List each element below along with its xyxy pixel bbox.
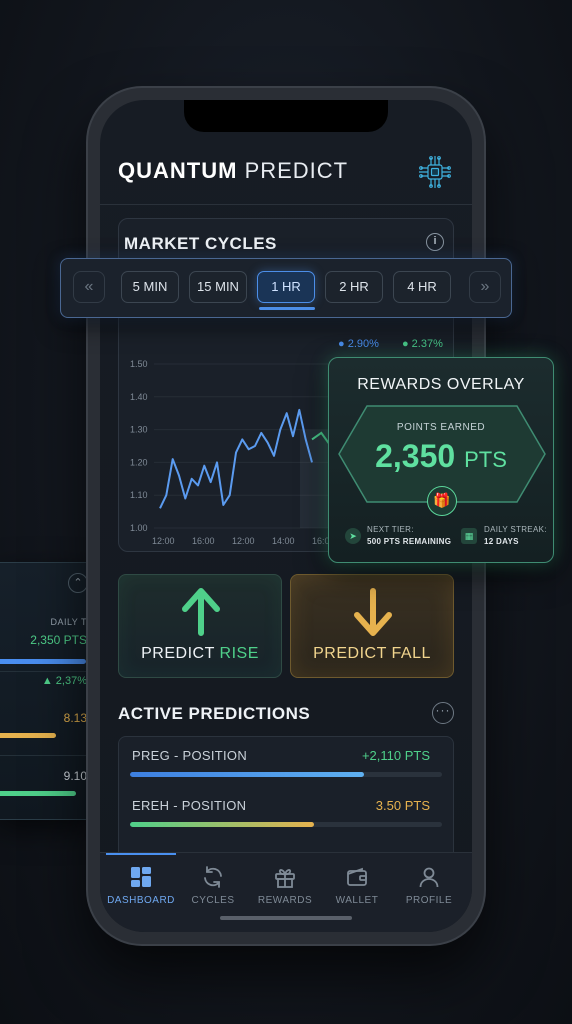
arrow-down-icon <box>354 588 392 636</box>
points-unit: PTS <box>464 447 507 472</box>
predict-fall-label: PREDICT FALL <box>313 645 431 662</box>
navigation-arrow-icon: ➤ <box>345 528 361 544</box>
side-progress-bar <box>0 733 56 738</box>
timeframe-4hr[interactable]: 4 HR <box>393 271 451 303</box>
series-line-blue <box>159 408 313 509</box>
position-progress-track <box>130 822 442 827</box>
x-tick-label: 14:00 <box>272 536 295 546</box>
profile-icon <box>419 867 439 888</box>
timeframe-5min[interactable]: 5 MIN <box>121 271 179 303</box>
tab-cycles[interactable]: CYCLES <box>177 865 249 906</box>
tab-label: DASHBOARD <box>107 895 175 906</box>
x-tick-label: 16:00 <box>192 536 215 546</box>
position-progress-fill <box>130 822 315 827</box>
home-indicator <box>220 916 352 920</box>
x-tick-label: 12:00 <box>152 536 175 546</box>
more-options-icon[interactable]: ··· <box>432 702 454 724</box>
timeframe-2hr[interactable]: 2 HR <box>325 271 383 303</box>
y-tick-label: 1.40 <box>130 392 148 402</box>
side-value-1: 8.13 <box>63 711 87 725</box>
timeframe-1hr[interactable]: 1 HR <box>257 271 315 303</box>
tab-label: WALLET <box>335 895 379 906</box>
position-progress-track <box>130 772 442 777</box>
position-name: EREH - POSITION <box>132 798 247 813</box>
active-predictions-title: ACTIVE PREDICTIONS <box>118 704 311 723</box>
next-tier-label: NEXT TIER: <box>367 525 414 534</box>
tab-dashboard[interactable]: DASHBOARD <box>105 865 177 906</box>
predict-rise-prefix: PREDICT <box>141 645 220 662</box>
points-earned-value: 2,350 PTS <box>329 438 553 475</box>
y-tick-label: 1.50 <box>130 359 148 369</box>
tab-label: REWARDS <box>257 895 313 906</box>
cycles-icon <box>204 866 222 888</box>
tab-label: CYCLES <box>191 895 235 906</box>
y-tick-label: 1.20 <box>130 457 148 467</box>
chevron-up-icon[interactable]: ⌃ <box>68 573 88 593</box>
position-progress-fill <box>130 772 364 777</box>
side-change: ▲ 2,37% <box>41 675 87 687</box>
y-tick-label: 1.30 <box>130 425 148 435</box>
side-progress-bar <box>0 659 86 664</box>
wallet-icon <box>347 867 367 886</box>
position-value: 3.50 PTS <box>375 798 430 813</box>
gift-icon[interactable]: 🎁 <box>427 486 457 516</box>
points-earned-label: POINTS EARNED <box>396 422 486 433</box>
position-name: PREG - POSITION <box>132 748 248 763</box>
predict-fall-button[interactable]: PREDICT FALL <box>290 574 454 678</box>
tab-label: PROFILE <box>405 895 453 906</box>
side-summary-card: ⌃ DAILY T 2,350 PTS ▲ 2,37% 8.13 9.10 <box>0 562 98 820</box>
side-points: 2,350 PTS <box>30 633 87 647</box>
calendar-icon: ▦ <box>461 528 477 544</box>
gift-icon <box>275 869 295 888</box>
tab-wallet[interactable]: WALLET <box>321 865 393 906</box>
prev-timeframe-button[interactable]: « <box>73 271 105 303</box>
y-tick-label: 1.10 <box>130 490 148 500</box>
next-timeframe-button[interactable]: » <box>469 271 501 303</box>
arrow-up-icon <box>182 588 220 636</box>
rewards-title: REWARDS OVERLAY <box>357 376 525 393</box>
x-tick-label: 12:00 <box>232 536 255 546</box>
predict-rise-button[interactable]: PREDICT RISE <box>118 574 282 678</box>
position-value: +2,110 PTS <box>361 748 430 763</box>
divider <box>0 671 97 672</box>
selected-timeframe-underline <box>259 307 315 310</box>
y-tick-label: 1.00 <box>130 523 148 533</box>
bottom-tab-bar: DASHBOARD CYCLES REWARDS WALLET PROFILE <box>100 852 472 932</box>
daily-streak-value: 12 DAYS <box>484 537 519 546</box>
side-daily-label: DAILY T <box>50 617 87 627</box>
predict-rise-label: PREDICT RISE <box>119 645 281 663</box>
predict-rise-word: RISE <box>219 645 259 662</box>
divider <box>0 755 97 756</box>
timeframe-selector: « 5 MIN 15 MIN 1 HR 2 HR 4 HR » <box>60 258 512 318</box>
rewards-overlay: REWARDS OVERLAY POINTS EARNED 2,350 PTS … <box>328 357 554 563</box>
timeframe-15min[interactable]: 15 MIN <box>189 271 247 303</box>
stage: ⌃ DAILY T 2,350 PTS ▲ 2,37% 8.13 9.10 QU… <box>0 0 572 1024</box>
side-progress-bar <box>0 791 76 796</box>
points-number: 2,350 <box>375 438 456 474</box>
daily-streak-label: DAILY STREAK: <box>484 525 547 534</box>
next-tier-value: 500 PTS REMAINING <box>367 537 452 546</box>
active-tab-indicator <box>106 853 176 855</box>
side-value-2: 9.10 <box>63 769 87 783</box>
tab-rewards[interactable]: REWARDS <box>249 865 321 906</box>
dashboard-icon <box>131 867 151 887</box>
tab-profile[interactable]: PROFILE <box>393 865 465 906</box>
